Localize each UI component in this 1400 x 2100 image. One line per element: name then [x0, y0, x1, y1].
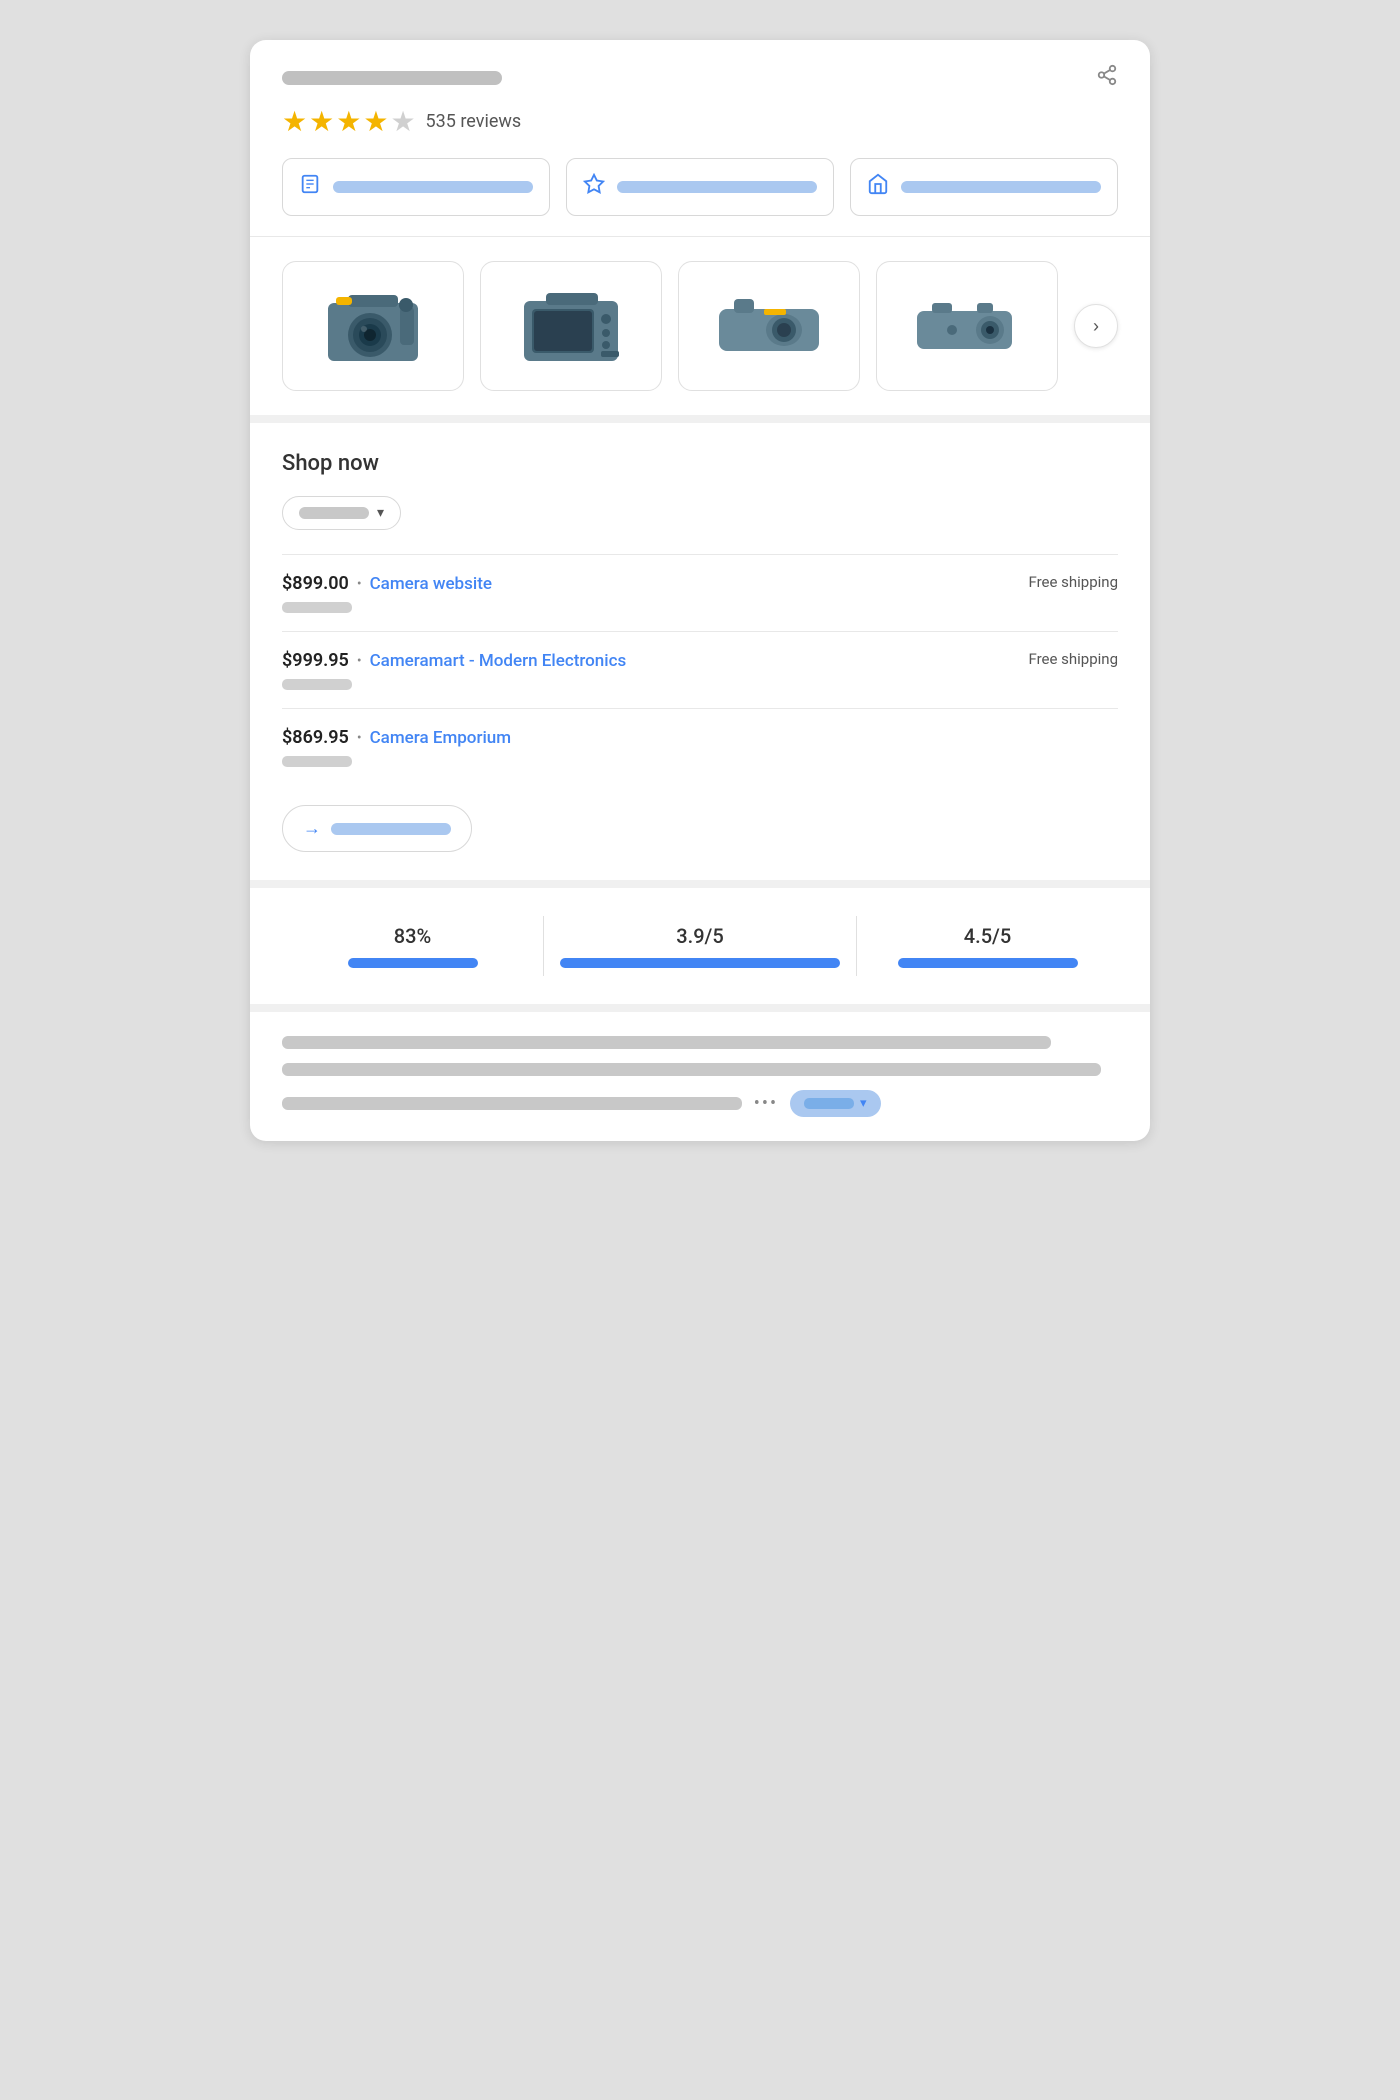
listing-3-sub — [282, 756, 352, 767]
bottom-section: ••• ▾ — [250, 1012, 1150, 1141]
product-title-placeholder — [282, 71, 502, 85]
listing-1-store[interactable]: Camera website — [370, 574, 492, 594]
listing-2-sub — [282, 679, 352, 690]
listing-1-price: $899.00 — [282, 573, 349, 594]
listing-2-left: $999.95 • Cameramart - Modern Electronic… — [282, 650, 626, 671]
listing-1-left: $899.00 • Camera website — [282, 573, 492, 594]
star-rating: ★ ★ ★ ★ ★ — [282, 105, 416, 138]
listing-3: $869.95 • Camera Emporium — [282, 708, 1118, 785]
chip-chevron-icon: ▾ — [860, 1096, 867, 1111]
specs-icon — [299, 173, 321, 201]
next-images-button[interactable]: › — [1074, 304, 1118, 348]
filter-dropdown[interactable]: ▾ — [282, 496, 401, 530]
stats-row: 83% 3.9/5 4.5/5 — [282, 916, 1118, 976]
shop-section: Shop now ▾ $899.00 • Camera website Free… — [250, 423, 1150, 888]
stats-section: 83% 3.9/5 4.5/5 — [250, 888, 1150, 1012]
listing-2: $999.95 • Cameramart - Modern Electronic… — [282, 631, 1118, 708]
chip-label — [804, 1098, 854, 1109]
star-2: ★ — [309, 105, 334, 138]
share-icon[interactable] — [1096, 64, 1118, 91]
listing-3-dot: • — [357, 730, 362, 746]
listing-1-sub — [282, 602, 352, 613]
chevron-right-icon: › — [1093, 316, 1099, 337]
camera-image-4[interactable] — [876, 261, 1058, 391]
stat-rating1-value: 3.9/5 — [676, 924, 723, 948]
stat-rating1: 3.9/5 — [544, 924, 856, 968]
stat-recommend: 83% — [282, 924, 543, 968]
listing-3-left: $869.95 • Camera Emporium — [282, 727, 511, 748]
listing-1-shipping: Free shipping — [1028, 573, 1118, 591]
stat-recommend-value: 83% — [394, 924, 431, 948]
stat-rating1-bar — [560, 958, 840, 968]
text-line-3 — [282, 1097, 742, 1110]
star-5: ★ — [390, 105, 415, 138]
listing-3-row: $869.95 • Camera Emporium — [282, 727, 1118, 748]
product-card: ★ ★ ★ ★ ★ 535 reviews — [250, 40, 1150, 1141]
text-line-2 — [282, 1063, 1101, 1076]
save-star-icon — [583, 173, 605, 201]
see-more-label — [331, 823, 451, 835]
store-button[interactable] — [850, 158, 1118, 216]
title-bar — [282, 64, 1118, 91]
last-row: ••• ▾ — [282, 1090, 1118, 1117]
images-section: › — [250, 237, 1150, 423]
listing-2-price: $999.95 — [282, 650, 349, 671]
filter-chevron-icon: ▾ — [377, 505, 384, 521]
ellipsis-icon: ••• — [754, 1093, 778, 1114]
listing-1: $899.00 • Camera website Free shipping — [282, 554, 1118, 631]
stat-rating2: 4.5/5 — [857, 924, 1118, 968]
listing-3-store[interactable]: Camera Emporium — [370, 728, 512, 748]
save-button[interactable] — [566, 158, 834, 216]
store-label — [901, 181, 1101, 193]
stat-recommend-bar — [348, 958, 478, 968]
review-count: 535 reviews — [426, 111, 522, 132]
shop-title: Shop now — [282, 451, 1118, 476]
camera-image-2[interactable] — [480, 261, 662, 391]
text-line-1 — [282, 1036, 1051, 1049]
stat-rating2-bar — [898, 958, 1078, 968]
stat-rating2-value: 4.5/5 — [964, 924, 1011, 948]
see-more-button[interactable]: → — [282, 805, 472, 852]
save-label — [617, 181, 817, 193]
images-row: › — [282, 261, 1118, 391]
expand-chip[interactable]: ▾ — [790, 1090, 881, 1117]
specs-button[interactable] — [282, 158, 550, 216]
star-4: ★ — [363, 105, 388, 138]
top-section: ★ ★ ★ ★ ★ 535 reviews — [250, 40, 1150, 237]
star-3: ★ — [336, 105, 361, 138]
star-1: ★ — [282, 105, 307, 138]
action-buttons — [282, 158, 1118, 216]
arrow-right-icon: → — [303, 818, 321, 839]
listing-1-row: $899.00 • Camera website Free shipping — [282, 573, 1118, 594]
listing-1-dot: • — [357, 576, 362, 592]
specs-label — [333, 181, 533, 193]
listing-2-row: $999.95 • Cameramart - Modern Electronic… — [282, 650, 1118, 671]
camera-image-1[interactable] — [282, 261, 464, 391]
listing-3-price: $869.95 — [282, 727, 349, 748]
listing-2-shipping: Free shipping — [1028, 650, 1118, 668]
camera-image-3[interactable] — [678, 261, 860, 391]
store-icon — [867, 173, 889, 201]
listing-2-store[interactable]: Cameramart - Modern Electronics — [370, 651, 627, 671]
filter-label — [299, 507, 369, 519]
rating-row: ★ ★ ★ ★ ★ 535 reviews — [282, 105, 1118, 138]
listing-2-dot: • — [357, 653, 362, 669]
